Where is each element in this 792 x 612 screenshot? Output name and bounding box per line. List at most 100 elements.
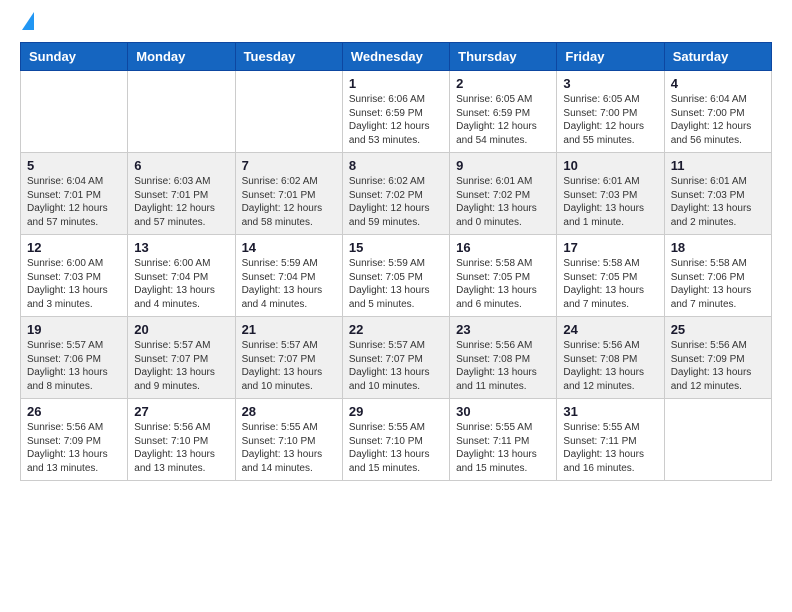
day-info: Sunrise: 5:55 AM Sunset: 7:10 PM Dayligh… [349,421,443,475]
calendar-cell: 22 Sunrise: 5:57 AM Sunset: 7:07 PM Dayli… [342,317,449,399]
day-info: Sunrise: 5:56 AM Sunset: 7:08 PM Dayligh… [563,339,657,393]
day-number: 5 [27,158,121,173]
day-info: Sunrise: 6:02 AM Sunset: 7:01 PM Dayligh… [242,175,336,229]
day-info: Sunrise: 6:00 AM Sunset: 7:04 PM Dayligh… [134,257,228,311]
day-info: Sunrise: 5:57 AM Sunset: 7:07 PM Dayligh… [242,339,336,393]
day-info: Sunrise: 5:56 AM Sunset: 7:09 PM Dayligh… [27,421,121,475]
calendar-cell: 19 Sunrise: 5:57 AM Sunset: 7:06 PM Dayli… [21,317,128,399]
calendar-cell: 9Sunrise: 6:01 AM Sunset: 7:02 PM Daylig… [450,153,557,235]
week-row-5: 26 Sunrise: 5:56 AM Sunset: 7:09 PM Dayli… [21,399,772,481]
day-info: Sunrise: 5:55 AM Sunset: 7:10 PM Dayligh… [242,421,336,475]
calendar-cell: 20 Sunrise: 5:57 AM Sunset: 7:07 PM Dayli… [128,317,235,399]
day-info: Sunrise: 5:59 AM Sunset: 7:04 PM Dayligh… [242,257,336,311]
calendar-cell: 28 Sunrise: 5:55 AM Sunset: 7:10 PM Dayli… [235,399,342,481]
day-info: Sunrise: 6:02 AM Sunset: 7:02 PM Dayligh… [349,175,443,229]
col-header-tuesday: Tuesday [235,43,342,71]
calendar-cell: 2 Sunrise: 6:05 AM Sunset: 6:59 PM Daylig… [450,71,557,153]
calendar-cell: 23Sunrise: 5:56 AM Sunset: 7:08 PM Dayli… [450,317,557,399]
day-info: Sunrise: 5:59 AM Sunset: 7:05 PM Dayligh… [349,257,443,311]
day-number: 10 [563,158,657,173]
day-number: 2 [456,76,550,91]
day-info: Sunrise: 5:56 AM Sunset: 7:09 PM Dayligh… [671,339,765,393]
col-header-thursday: Thursday [450,43,557,71]
day-info: Sunrise: 6:01 AM Sunset: 7:03 PM Dayligh… [563,175,657,229]
calendar-cell: 29 Sunrise: 5:55 AM Sunset: 7:10 PM Dayli… [342,399,449,481]
week-row-2: 5 Sunrise: 6:04 AM Sunset: 7:01 PM Daylig… [21,153,772,235]
day-info: Sunrise: 5:56 AM Sunset: 7:08 PM Dayligh… [456,339,550,393]
day-info: Sunrise: 6:05 AM Sunset: 6:59 PM Dayligh… [456,93,550,147]
day-number: 14 [242,240,336,255]
day-number: 25 [671,322,765,337]
day-number: 18 [671,240,765,255]
calendar-cell: 1 Sunrise: 6:06 AM Sunset: 6:59 PM Daylig… [342,71,449,153]
calendar-cell [21,71,128,153]
week-row-3: 12 Sunrise: 6:00 AM Sunset: 7:03 PM Dayli… [21,235,772,317]
day-number: 20 [134,322,228,337]
day-info: Sunrise: 6:04 AM Sunset: 7:01 PM Dayligh… [27,175,121,229]
day-number: 7 [242,158,336,173]
day-number: 24 [563,322,657,337]
day-info: Sunrise: 5:58 AM Sunset: 7:05 PM Dayligh… [563,257,657,311]
calendar-cell: 3 Sunrise: 6:05 AM Sunset: 7:00 PM Daylig… [557,71,664,153]
page: SundayMondayTuesdayWednesdayThursdayFrid… [0,0,792,501]
day-info: Sunrise: 6:00 AM Sunset: 7:03 PM Dayligh… [27,257,121,311]
calendar-cell: 24 Sunrise: 5:56 AM Sunset: 7:08 PM Dayli… [557,317,664,399]
logo [20,16,34,30]
day-number: 1 [349,76,443,91]
day-number: 8 [349,158,443,173]
col-header-friday: Friday [557,43,664,71]
day-info: Sunrise: 5:57 AM Sunset: 7:07 PM Dayligh… [349,339,443,393]
day-number: 6 [134,158,228,173]
day-number: 21 [242,322,336,337]
day-number: 16 [456,240,550,255]
day-info: Sunrise: 6:06 AM Sunset: 6:59 PM Dayligh… [349,93,443,147]
day-number: 3 [563,76,657,91]
day-number: 29 [349,404,443,419]
day-number: 28 [242,404,336,419]
calendar-cell: 21 Sunrise: 5:57 AM Sunset: 7:07 PM Dayli… [235,317,342,399]
calendar-cell: 4 Sunrise: 6:04 AM Sunset: 7:00 PM Daylig… [664,71,771,153]
col-header-wednesday: Wednesday [342,43,449,71]
calendar-cell: 5 Sunrise: 6:04 AM Sunset: 7:01 PM Daylig… [21,153,128,235]
col-header-monday: Monday [128,43,235,71]
day-number: 9 [456,158,550,173]
calendar-cell: 8 Sunrise: 6:02 AM Sunset: 7:02 PM Daylig… [342,153,449,235]
day-info: Sunrise: 6:04 AM Sunset: 7:00 PM Dayligh… [671,93,765,147]
day-number: 12 [27,240,121,255]
calendar-cell: 6Sunrise: 6:03 AM Sunset: 7:01 PM Daylig… [128,153,235,235]
day-number: 11 [671,158,765,173]
calendar-cell: 17Sunrise: 5:58 AM Sunset: 7:05 PM Dayli… [557,235,664,317]
calendar-cell [128,71,235,153]
day-info: Sunrise: 5:58 AM Sunset: 7:05 PM Dayligh… [456,257,550,311]
calendar-cell: 26 Sunrise: 5:56 AM Sunset: 7:09 PM Dayli… [21,399,128,481]
calendar-cell: 7 Sunrise: 6:02 AM Sunset: 7:01 PM Daylig… [235,153,342,235]
day-info: Sunrise: 5:57 AM Sunset: 7:06 PM Dayligh… [27,339,121,393]
calendar-cell: 15Sunrise: 5:59 AM Sunset: 7:05 PM Dayli… [342,235,449,317]
day-info: Sunrise: 5:57 AM Sunset: 7:07 PM Dayligh… [134,339,228,393]
week-row-1: 1 Sunrise: 6:06 AM Sunset: 6:59 PM Daylig… [21,71,772,153]
calendar-cell: 16 Sunrise: 5:58 AM Sunset: 7:05 PM Dayli… [450,235,557,317]
calendar-cell [664,399,771,481]
calendar-cell: 13Sunrise: 6:00 AM Sunset: 7:04 PM Dayli… [128,235,235,317]
day-info: Sunrise: 5:56 AM Sunset: 7:10 PM Dayligh… [134,421,228,475]
day-number: 27 [134,404,228,419]
day-number: 26 [27,404,121,419]
calendar-cell: 10 Sunrise: 6:01 AM Sunset: 7:03 PM Dayli… [557,153,664,235]
calendar-cell: 14 Sunrise: 5:59 AM Sunset: 7:04 PM Dayli… [235,235,342,317]
col-header-sunday: Sunday [21,43,128,71]
calendar-cell: 18 Sunrise: 5:58 AM Sunset: 7:06 PM Dayli… [664,235,771,317]
header [20,16,772,30]
calendar: SundayMondayTuesdayWednesdayThursdayFrid… [20,42,772,481]
day-info: Sunrise: 6:05 AM Sunset: 7:00 PM Dayligh… [563,93,657,147]
day-info: Sunrise: 5:55 AM Sunset: 7:11 PM Dayligh… [456,421,550,475]
day-number: 4 [671,76,765,91]
col-header-saturday: Saturday [664,43,771,71]
calendar-cell: 11 Sunrise: 6:01 AM Sunset: 7:03 PM Dayli… [664,153,771,235]
day-info: Sunrise: 5:58 AM Sunset: 7:06 PM Dayligh… [671,257,765,311]
calendar-cell: 31Sunrise: 5:55 AM Sunset: 7:11 PM Dayli… [557,399,664,481]
day-info: Sunrise: 6:01 AM Sunset: 7:03 PM Dayligh… [671,175,765,229]
day-number: 22 [349,322,443,337]
day-number: 30 [456,404,550,419]
calendar-cell: 25 Sunrise: 5:56 AM Sunset: 7:09 PM Dayli… [664,317,771,399]
day-number: 19 [27,322,121,337]
